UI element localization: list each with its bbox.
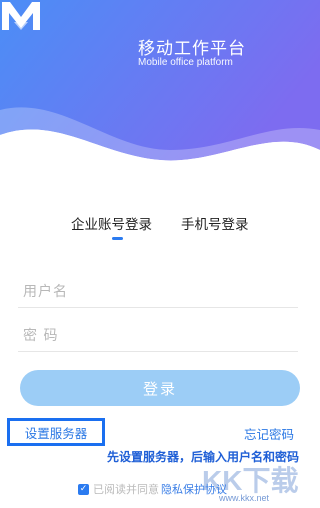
- login-button[interactable]: 登录: [20, 370, 300, 406]
- tab-phone-login[interactable]: 手机号登录: [181, 213, 249, 233]
- header-banner: 移动工作平台 Mobile office platform: [0, 0, 320, 190]
- server-settings-link[interactable]: 设置服务器: [7, 418, 105, 446]
- password-field: [18, 320, 298, 352]
- tab-enterprise-login[interactable]: 企业账号登录: [71, 213, 152, 233]
- privacy-policy-link[interactable]: 隐私保护协议: [161, 481, 227, 497]
- header-background: [0, 0, 320, 190]
- agreement-row: ✓ 已阅读并同意 隐私保护协议: [78, 481, 227, 497]
- password-input[interactable]: [23, 324, 293, 348]
- username-input[interactable]: [23, 280, 293, 304]
- active-tab-indicator: [112, 237, 123, 240]
- forgot-password-link[interactable]: 忘记密码: [244, 424, 294, 443]
- agreement-text: 已阅读并同意: [93, 483, 159, 496]
- watermark-url: www.kkx.net: [219, 493, 270, 503]
- login-tabs: 企业账号登录 手机号登录: [0, 213, 320, 243]
- username-field: [18, 276, 298, 308]
- m-logo-icon: [2, 2, 40, 30]
- agreement-checkbox[interactable]: ✓: [78, 483, 89, 495]
- app-title: 移动工作平台: [138, 39, 246, 59]
- app-subtitle: Mobile office platform: [138, 57, 233, 68]
